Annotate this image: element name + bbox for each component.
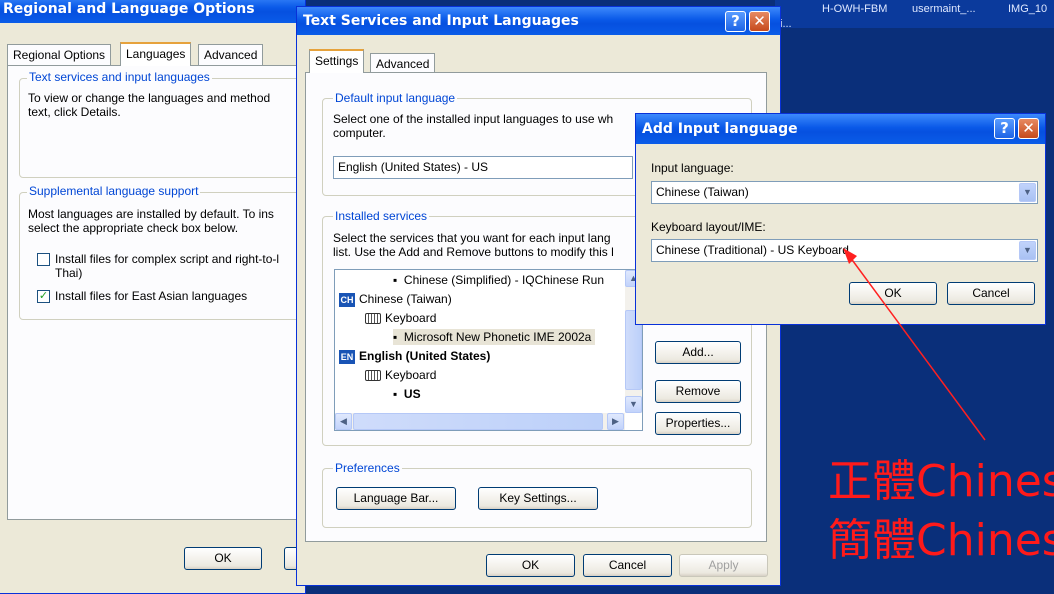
annotation-simplified: 簡體Chines [828,515,1054,566]
annotation-traditional: 正體Chines [828,456,1054,507]
tab-languages[interactable]: Languages [120,42,192,66]
tab-settings[interactable]: Settings [309,49,365,73]
